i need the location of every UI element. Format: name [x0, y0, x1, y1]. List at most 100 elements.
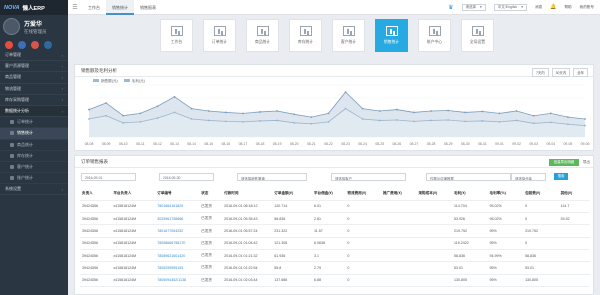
data-point[interactable] [549, 121, 552, 124]
sidebar-item[interactable]: 物流管理 › [0, 84, 68, 95]
filter-field[interactable]: 请选择销售渠道 [237, 173, 307, 181]
filter-field[interactable]: 2016-09-01 [81, 173, 136, 181]
flag-icon[interactable] [18, 41, 26, 49]
order-link[interactable]: 78089621601420 [155, 249, 200, 263]
profile-link[interactable]: 我的账号 [580, 5, 594, 10]
sidebar-subitem[interactable]: 客户统计 [0, 162, 68, 174]
avatar[interactable] [3, 18, 20, 35]
data-point[interactable] [173, 111, 176, 114]
flag-icon[interactable] [5, 41, 13, 49]
order-link[interactable]: 3025961756666 [155, 212, 200, 226]
range-button[interactable]: 全年 [573, 68, 588, 77]
data-point[interactable] [224, 111, 227, 114]
order-link[interactable]: 7805299595193 [155, 261, 200, 275]
quick-card-account[interactable]: 账户中心 [418, 19, 451, 52]
data-point[interactable] [498, 112, 501, 115]
data-point[interactable] [430, 119, 432, 122]
quick-card-settings[interactable]: 全局设置 [461, 19, 494, 52]
order-link[interactable]: 7801677054252 [155, 224, 200, 238]
sidebar-subitem[interactable]: 销售统计 [0, 128, 68, 140]
filter-field[interactable]: 请选择仓库 [511, 173, 546, 181]
data-point[interactable] [584, 124, 586, 127]
data-point[interactable] [293, 113, 296, 116]
data-point[interactable] [361, 107, 364, 110]
menu-toggle-icon[interactable]: ☰ [68, 4, 82, 11]
sidebar-subitem[interactable]: 库存统计 [0, 151, 68, 162]
data-point[interactable] [310, 122, 313, 125]
data-point[interactable] [224, 120, 227, 123]
table-row[interactable]: 39424556 x415818124M 7801664161829 已发货 2016-… [80, 200, 590, 214]
data-point[interactable] [207, 110, 210, 112]
data-point[interactable] [242, 112, 244, 115]
export-link[interactable]: 导出 [583, 160, 590, 165]
data-point[interactable] [447, 119, 450, 121]
export-detail-button[interactable]: 批量导出明细 [549, 159, 579, 166]
order-link[interactable]: 780586667581T0 [155, 237, 200, 250]
data-point[interactable] [276, 110, 279, 112]
data-point[interactable] [447, 109, 450, 112]
data-point[interactable] [395, 108, 398, 111]
data-point[interactable] [413, 111, 415, 114]
data-point[interactable] [156, 117, 159, 119]
data-point[interactable] [515, 110, 518, 112]
data-point[interactable] [464, 111, 467, 114]
search-button[interactable]: 搜索 [554, 173, 568, 180]
sidebar-item[interactable]: 客户资源管理 › [0, 61, 68, 73]
data-point[interactable] [190, 107, 193, 110]
data-point[interactable] [378, 119, 381, 122]
filter-field[interactable]: 2016-09-30 [159, 173, 214, 181]
notify-link[interactable]: 消息 [535, 5, 542, 10]
data-point[interactable] [549, 112, 552, 115]
data-point[interactable] [88, 118, 90, 120]
top-tab[interactable]: 销售统计 [106, 0, 134, 15]
data-point[interactable] [515, 119, 518, 122]
data-point[interactable] [566, 123, 569, 126]
quick-card-goods[interactable]: 商品统计 [246, 19, 279, 52]
filter-field[interactable]: 请选择客户 [331, 173, 406, 181]
data-point[interactable] [242, 120, 244, 123]
data-point[interactable] [122, 114, 125, 117]
data-point[interactable] [344, 91, 347, 93]
data-point[interactable] [532, 122, 535, 125]
order-link[interactable]: 7805094352/1138 [155, 274, 200, 287]
data-point[interactable] [276, 119, 279, 122]
table-row[interactable]: 39424556 x415818124M 7801677054252 已发货 2016-… [80, 224, 590, 238]
data-point[interactable] [105, 114, 108, 117]
range-button[interactable]: 7天内 [531, 68, 549, 77]
flag-icon[interactable] [31, 41, 39, 49]
data-point[interactable] [293, 121, 296, 124]
data-point[interactable] [327, 112, 330, 115]
data-point[interactable] [344, 107, 347, 110]
data-point[interactable] [139, 112, 142, 115]
quick-card-stock[interactable]: 库存统计 [289, 19, 322, 52]
store-select[interactable]: 请选择 ▾ [461, 3, 486, 11]
order-link[interactable]: 7801664161829 [155, 200, 200, 214]
bell-icon[interactable]: 🔔 [550, 4, 556, 10]
data-point[interactable] [259, 120, 261, 122]
quick-card-sales[interactable]: 销售统计 [375, 19, 408, 52]
range-button[interactable]: 30天内 [551, 68, 571, 77]
table-row[interactable]: 39424556 x415818124M 3025961756666 已发货 2016-… [80, 212, 590, 226]
help-link[interactable]: 帮助 [564, 5, 571, 10]
data-point[interactable] [156, 105, 159, 108]
table-row[interactable]: 39424556 x415818124M 7805094352/1138 已发货 201… [80, 274, 590, 287]
data-point[interactable] [413, 120, 415, 123]
top-tab[interactable]: 销售报表 [134, 0, 162, 15]
sidebar-subitem[interactable]: 订单统计 [0, 117, 68, 129]
data-point[interactable] [361, 118, 364, 120]
data-point[interactable] [481, 110, 484, 113]
data-point[interactable] [190, 118, 193, 120]
data-point[interactable] [566, 116, 569, 119]
sidebar-subitem[interactable]: 账户统计 [0, 173, 68, 185]
data-point[interactable] [430, 110, 432, 112]
quick-card-order[interactable]: 订单统计 [203, 19, 236, 52]
crown-icon[interactable]: ♛ [448, 4, 453, 11]
data-point[interactable] [207, 119, 210, 122]
data-point[interactable] [532, 114, 535, 117]
sidebar-subitem[interactable]: 商品统计 [0, 140, 68, 151]
table-row[interactable]: 39424556 x415818124M 78089621601420 已发货 2016… [80, 249, 590, 263]
data-point[interactable] [122, 121, 125, 124]
data-point[interactable] [395, 119, 398, 121]
table-row[interactable]: 39424556 x415818124M 780586667581T0 已发货 2016… [80, 237, 590, 250]
data-point[interactable] [327, 120, 330, 123]
